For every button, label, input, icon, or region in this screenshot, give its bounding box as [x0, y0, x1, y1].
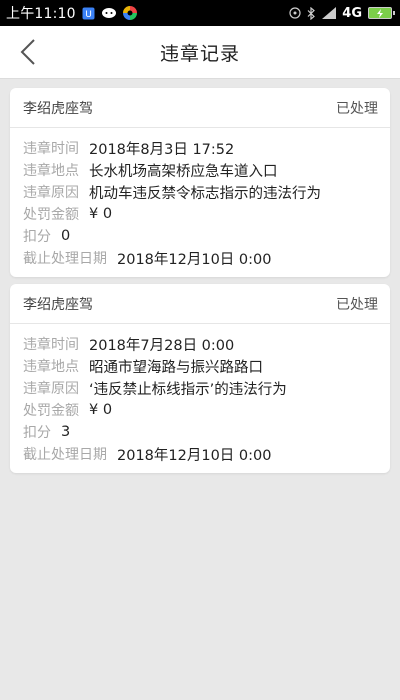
row-place: 违章地点 昭通市望海路与振兴路路口	[23, 355, 390, 377]
value-time: 2018年7月28日 0:00	[89, 337, 235, 354]
bluetooth-icon	[307, 6, 316, 20]
row-points: 扣分 0	[23, 225, 390, 247]
row-points: 扣分 3	[23, 421, 390, 443]
value-deadline: 2018年12月10日 0:00	[117, 251, 272, 268]
status-badge: 已处理	[336, 296, 378, 313]
svg-text:U: U	[85, 10, 92, 20]
value-place: 昭通市望海路与振兴路路口	[89, 359, 263, 376]
status-time: 上午11:10	[6, 6, 76, 22]
label-time: 违章时间	[23, 141, 79, 157]
violation-card[interactable]: 李绍虎座驾 已处理 违章时间 2018年8月3日 17:52 违章地点 长水机场…	[10, 88, 390, 277]
label-place: 违章地点	[23, 163, 79, 179]
notification-app-icon: U	[82, 7, 95, 20]
label-deadline: 截止处理日期	[23, 251, 107, 267]
label-points: 扣分	[23, 425, 51, 441]
page-title: 违章记录	[159, 42, 240, 65]
row-time: 违章时间 2018年8月3日 17:52	[23, 137, 390, 159]
label-fine: 处罚金额	[23, 207, 79, 223]
value-reason: 机动车违反禁令标志指示的违法行为	[89, 185, 321, 202]
status-badge: 已处理	[336, 100, 378, 117]
label-reason: 违章原因	[23, 185, 79, 201]
row-deadline: 截止处理日期 2018年12月10日 0:00	[23, 247, 390, 269]
label-deadline: 截止处理日期	[23, 447, 107, 463]
value-fine: ¥ 0	[89, 206, 113, 222]
card-body: 违章时间 2018年8月3日 17:52 违章地点 长水机场高架桥应急车道入口 …	[10, 128, 390, 277]
value-points: 3	[61, 424, 71, 440]
value-deadline: 2018年12月10日 0:00	[117, 447, 272, 464]
status-bar: 上午11:10 U 4G	[0, 0, 400, 26]
driver-name: 李绍虎座驾	[23, 100, 93, 117]
label-place: 违章地点	[23, 359, 79, 375]
row-place: 违章地点 长水机场高架桥应急车道入口	[23, 159, 390, 181]
hotspot-icon	[289, 7, 301, 19]
status-bar-left: 上午11:10 U	[6, 3, 137, 23]
label-reason: 违章原因	[23, 381, 79, 397]
row-deadline: 截止处理日期 2018年12月10日 0:00	[23, 443, 390, 465]
nav-bar: 违章记录	[0, 26, 400, 79]
value-fine: ¥ 0	[89, 402, 113, 418]
label-points: 扣分	[23, 229, 51, 245]
back-button[interactable]	[10, 34, 46, 70]
row-reason: 违章原因 ‘违反禁止标线指示’的违法行为	[23, 377, 390, 399]
network-type: 4G	[342, 5, 362, 21]
card-header: 李绍虎座驾 已处理	[10, 88, 390, 128]
row-fine: 处罚金额 ¥ 0	[23, 203, 390, 225]
chevron-left-icon	[20, 39, 35, 65]
violation-card[interactable]: 李绍虎座驾 已处理 违章时间 2018年7月28日 0:00 违章地点 昭通市望…	[10, 284, 390, 473]
value-reason: ‘违反禁止标线指示’的违法行为	[89, 381, 287, 398]
card-header: 李绍虎座驾 已处理	[10, 284, 390, 324]
value-points: 0	[61, 228, 71, 244]
row-time: 违章时间 2018年7月28日 0:00	[23, 333, 390, 355]
card-body: 违章时间 2018年7月28日 0:00 违章地点 昭通市望海路与振兴路路口 违…	[10, 324, 390, 473]
status-bar-right: 4G	[289, 5, 395, 21]
battery-charging-icon	[368, 7, 395, 19]
label-time: 违章时间	[23, 337, 79, 353]
driver-name: 李绍虎座驾	[23, 296, 93, 313]
row-fine: 处罚金额 ¥ 0	[23, 399, 390, 421]
value-place: 长水机场高架桥应急车道入口	[89, 163, 278, 180]
notification-color-icon	[122, 6, 137, 20]
notification-chat-icon	[101, 7, 117, 19]
value-time: 2018年8月3日 17:52	[89, 141, 235, 158]
row-reason: 违章原因 机动车违反禁令标志指示的违法行为	[23, 181, 390, 203]
signal-icon	[322, 7, 337, 19]
label-fine: 处罚金额	[23, 403, 79, 419]
